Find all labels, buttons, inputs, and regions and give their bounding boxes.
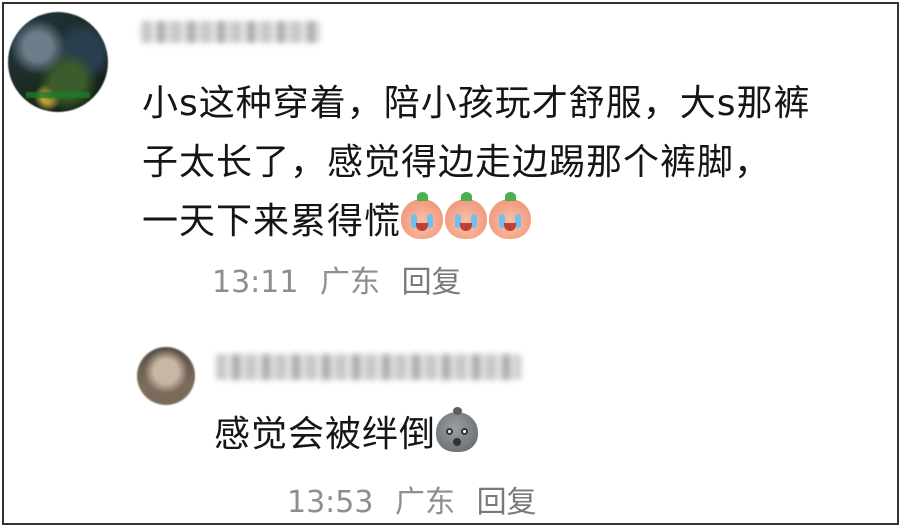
reply-location: 广东 xyxy=(395,485,456,520)
comment-time: 13:11 xyxy=(212,265,299,300)
reply-reply-button[interactable]: 回复 xyxy=(477,485,537,520)
reply-avatar[interactable] xyxy=(137,347,195,405)
comment-line: 子太长了，感觉得边走边踢那个裤脚， xyxy=(142,142,772,183)
comment-location: 广东 xyxy=(320,265,381,300)
crying-face-icon xyxy=(445,192,488,239)
shocked-blob-icon xyxy=(436,407,479,452)
comment-thread: 小s这种穿着，陪小孩玩才舒服，大s那裤 子太长了，感觉得边走边踢那个裤脚， 一天… xyxy=(2,2,899,525)
reply-button[interactable]: 回复 xyxy=(402,265,462,300)
avatar[interactable] xyxy=(8,12,108,112)
comment-meta: 13:11 广东 回复 xyxy=(212,257,474,301)
reply-text: 感觉会被绊倒 xyxy=(214,414,437,455)
comment-line-last: 一天下来累得慌 xyxy=(142,192,872,251)
reply-meta: 13:53 广东 回复 xyxy=(287,477,549,521)
reply-body: 感觉会被绊倒 xyxy=(214,407,480,462)
crying-face-icon xyxy=(401,192,444,239)
reply-username-blurred[interactable] xyxy=(216,354,521,380)
crying-face-icon xyxy=(489,192,532,239)
comment-body: 小s这种穿着，陪小孩玩才舒服，大s那裤 子太长了，感觉得边走边踢那个裤脚， 一天… xyxy=(142,74,872,251)
comment-line: 小s这种穿着，陪小孩玩才舒服，大s那裤 xyxy=(142,83,811,124)
reply-time: 13:53 xyxy=(287,485,374,520)
username-blurred[interactable] xyxy=(141,21,321,43)
